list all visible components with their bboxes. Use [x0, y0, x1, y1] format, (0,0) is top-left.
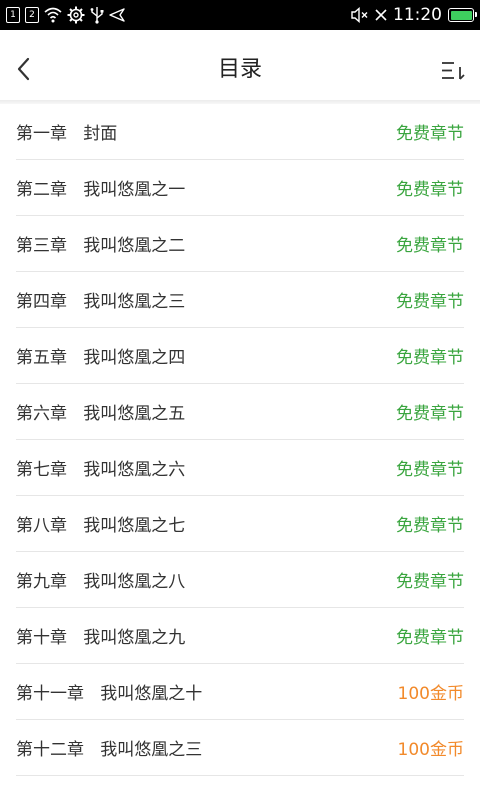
chapter-title: 第三章 我叫悠凰之二	[16, 236, 186, 256]
chapter-price-tag: 免费章节	[396, 516, 464, 536]
chapter-row-12[interactable]: 第十二章 我叫悠凰之三 100金币	[16, 720, 464, 776]
chapter-title: 第十一章 我叫悠凰之十	[16, 684, 203, 704]
sort-button[interactable]	[440, 60, 466, 82]
chapter-price-tag: 免费章节	[396, 348, 464, 368]
chapter-title: 第五章 我叫悠凰之四	[16, 348, 186, 368]
battery-level	[450, 10, 472, 20]
chapter-list: 第一章 封面 免费章节 第二章 我叫悠凰之一 免费章节 第三章 我叫悠凰之二 免…	[0, 104, 480, 776]
chapter-title: 第八章 我叫悠凰之七	[16, 516, 186, 536]
sim1-icon: 1	[6, 7, 20, 23]
navigation-icon	[109, 8, 125, 22]
chapter-price-tag: 免费章节	[396, 180, 464, 200]
usb-icon	[90, 7, 104, 24]
chapter-price-tag: 免费章节	[396, 628, 464, 648]
mute-icon	[351, 7, 368, 23]
chapter-price-tag: 免费章节	[396, 460, 464, 480]
chapter-price-tag: 免费章节	[396, 292, 464, 312]
page-title: 目录	[217, 57, 262, 82]
chapter-title: 第十章 我叫悠凰之九	[16, 628, 186, 648]
chapter-price-tag: 免费章节	[396, 572, 464, 592]
chapter-row-11[interactable]: 第十一章 我叫悠凰之十 100金币	[16, 664, 464, 720]
status-left: 1 2	[6, 5, 125, 25]
chapter-row-8[interactable]: 第八章 我叫悠凰之七 免费章节	[16, 496, 464, 552]
chapter-title: 第十二章 我叫悠凰之三	[16, 740, 203, 760]
status-bar: 1 2 11:20	[0, 0, 480, 30]
sim2-icon: 2	[25, 7, 39, 23]
chapter-price-tag: 免费章节	[396, 124, 464, 144]
chapter-row-2[interactable]: 第二章 我叫悠凰之一 免费章节	[16, 160, 464, 216]
no-signal-icon	[375, 9, 387, 21]
chapter-price-tag: 100金币	[397, 684, 464, 704]
chapter-row-6[interactable]: 第六章 我叫悠凰之五 免费章节	[16, 384, 464, 440]
status-right: 11:20	[351, 5, 477, 25]
chevron-left-icon	[17, 57, 30, 81]
chapter-title: 第六章 我叫悠凰之五	[16, 404, 186, 424]
chapter-title: 第四章 我叫悠凰之三	[16, 292, 186, 312]
wifi-icon	[44, 7, 62, 23]
chapter-row-7[interactable]: 第七章 我叫悠凰之六 免费章节	[16, 440, 464, 496]
chapter-row-1[interactable]: 第一章 封面 免费章节	[16, 104, 464, 160]
chapter-title: 第七章 我叫悠凰之六	[16, 460, 186, 480]
clock: 11:20	[393, 5, 442, 25]
chapter-title: 第一章 封面	[16, 124, 118, 144]
chapter-row-5[interactable]: 第五章 我叫悠凰之四 免费章节	[16, 328, 464, 384]
battery-icon	[448, 8, 477, 22]
chapter-row-3[interactable]: 第三章 我叫悠凰之二 免费章节	[16, 216, 464, 272]
chapter-row-9[interactable]: 第九章 我叫悠凰之八 免费章节	[16, 552, 464, 608]
chapter-price-tag: 免费章节	[396, 404, 464, 424]
chapter-price-tag: 免费章节	[396, 236, 464, 256]
chapter-row-10[interactable]: 第十章 我叫悠凰之九 免费章节	[16, 608, 464, 664]
settings-icon	[67, 6, 85, 24]
app-header: 目录	[0, 30, 480, 102]
sort-icon	[442, 62, 465, 80]
chapter-row-4[interactable]: 第四章 我叫悠凰之三 免费章节	[16, 272, 464, 328]
chapter-title: 第二章 我叫悠凰之一	[16, 180, 186, 200]
chapter-title: 第九章 我叫悠凰之八	[16, 572, 186, 592]
back-button[interactable]	[12, 54, 36, 84]
chapter-price-tag: 100金币	[397, 740, 464, 760]
